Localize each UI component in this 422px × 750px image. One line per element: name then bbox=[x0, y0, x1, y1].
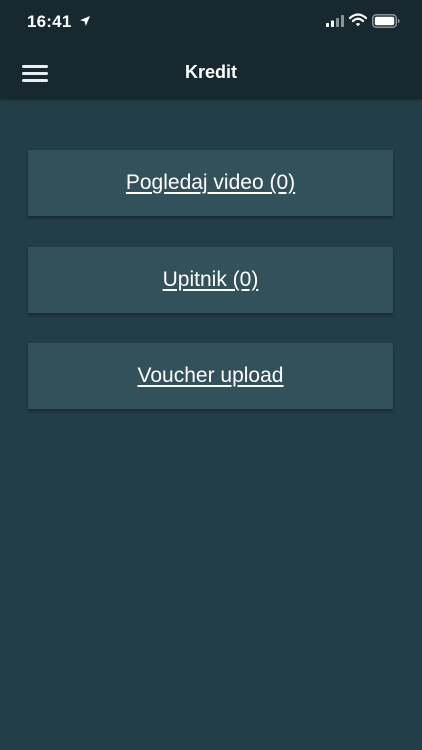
wifi-icon bbox=[349, 13, 367, 27]
signal-icon bbox=[326, 15, 344, 27]
questionnaire-button[interactable]: Upitnik (0) bbox=[28, 247, 393, 313]
voucher-upload-link[interactable]: Voucher upload bbox=[138, 364, 284, 388]
voucher-upload-button[interactable]: Voucher upload bbox=[28, 343, 393, 409]
questionnaire-link[interactable]: Upitnik (0) bbox=[163, 268, 259, 292]
watch-video-link[interactable]: Pogledaj video (0) bbox=[126, 171, 295, 195]
app-screen: 16:41 Kredit Pogledaj video (0) Upitnik … bbox=[0, 0, 422, 750]
top-bar: 16:41 Kredit bbox=[0, 0, 422, 99]
location-arrow-icon bbox=[80, 16, 90, 26]
page-title: Kredit bbox=[184, 62, 237, 82]
watch-video-button[interactable]: Pogledaj video (0) bbox=[28, 150, 393, 216]
battery-icon bbox=[372, 14, 400, 28]
status-time: 16:41 bbox=[27, 12, 72, 31]
